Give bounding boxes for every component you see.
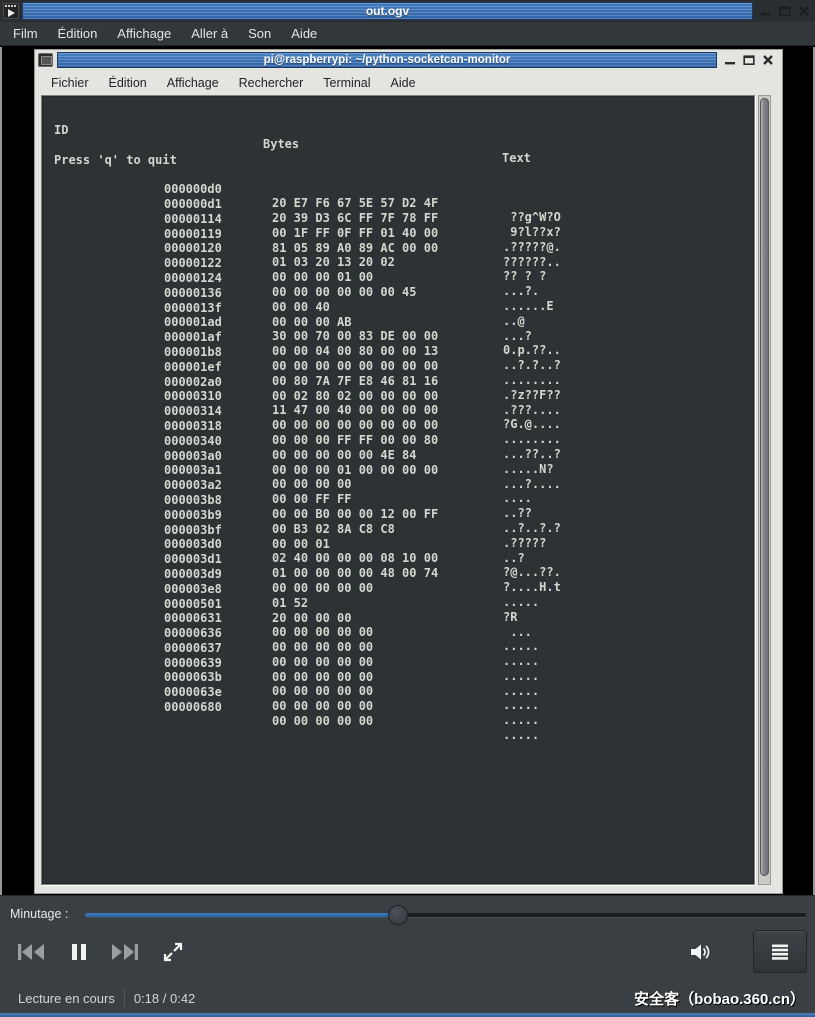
hexdump-row: 000002a0 00 02 80 02 00 00 00 00 .???...… — [54, 361, 750, 376]
video-menu-item: Affichage — [157, 73, 229, 93]
window-title: out.ogv — [366, 4, 409, 18]
hexdump-row: 000001ef 00 80 7A 7F E8 46 81 16 .?z??F?… — [54, 346, 750, 361]
hexdump-row: 000003a1 00 00 00 00 .... — [54, 449, 750, 464]
video-close-icon — [761, 54, 774, 67]
hexdump-row: 00000637 00 00 00 00 00 ..... — [54, 627, 750, 642]
hexdump-row: 00000120 01 03 20 13 20 02 ?? ? ? — [54, 227, 750, 242]
hexdump-row: 00000136 00 00 40 ..@ — [54, 272, 750, 287]
seek-fill — [85, 913, 398, 917]
hexdump-row: 00000124 00 00 00 00 00 00 45 ......E — [54, 257, 750, 272]
hexdump-row: 000003d0 02 40 00 00 00 08 10 00 ?@...??… — [54, 523, 750, 538]
hexdump-row: 000001af 00 00 04 00 80 00 00 13 ..?.?..… — [54, 316, 750, 331]
hexdump-output: ID Bytes Text Press 'q' to quit 000000d0 — [54, 109, 750, 701]
terminal-scrollbar — [758, 95, 771, 885]
pause-button[interactable] — [62, 935, 96, 969]
hexdump-header: ID Bytes Text — [54, 109, 750, 124]
menu-item[interactable]: Aller à — [181, 23, 238, 44]
hexdump-row: 00000680 00 00 00 00 00 ..... — [54, 686, 750, 701]
hexdump-row: 000003a2 00 00 FF FF ..?? — [54, 464, 750, 479]
hexdump-row: 00000636 00 00 00 00 00 ..... — [54, 612, 750, 627]
hexdump-row: 000001b8 00 00 00 00 00 00 00 00 .......… — [54, 331, 750, 346]
status-divider — [124, 989, 125, 1007]
seek-slider[interactable] — [85, 913, 806, 917]
hexdump-row: 00000318 00 00 00 FF FF 00 00 80 ...??..… — [54, 405, 750, 420]
previous-button[interactable] — [14, 935, 48, 969]
hexdump-row: 0000013f 00 00 00 AB ...? — [54, 287, 750, 302]
hexdump-row: 000001ad 30 00 70 00 83 DE 00 00 0.p.??.… — [54, 301, 750, 316]
hexdump-row: 000003bf 00 00 01 ..? — [54, 509, 750, 524]
player-titlebar: out.ogv — [0, 0, 815, 22]
hexdump-row: 000000d0 20 E7 F6 67 5E 57 D2 4F ??g^W?O — [54, 168, 750, 183]
menu-item[interactable]: Aide — [281, 23, 327, 44]
volume-button[interactable] — [683, 935, 717, 969]
player-controls: Minutage : — [0, 895, 815, 1017]
terminal-scrollbar-thumb — [760, 98, 769, 876]
hexdump-row: 000003d9 00 00 00 00 00 ..... — [54, 553, 750, 568]
hexdump-row: 0000063e 00 00 00 00 00 ..... — [54, 671, 750, 686]
video-terminal-menubar: FichierÉditionAffichageRechercherTermina… — [37, 71, 780, 95]
hexdump-row: 00000114 00 1F FF 0F FF 01 40 00 .?????@… — [54, 198, 750, 213]
hexdump-rows: 000000d0 20 E7 F6 67 5E 57 D2 4F ??g^W?O… — [54, 168, 750, 701]
menu-item[interactable]: Son — [238, 23, 281, 44]
hexdump-row: 000003b9 00 B3 02 8A C8 C8 .????? — [54, 494, 750, 509]
hexdump-row: 00000631 00 00 00 00 00 ..... — [54, 597, 750, 612]
seek-handle[interactable] — [388, 905, 408, 925]
terminal-app-icon — [38, 53, 53, 67]
seek-label: Minutage : — [10, 907, 68, 921]
quit-hint: Press 'q' to quit — [54, 139, 750, 154]
hexdump-row: 000003d1 01 00 00 00 00 48 00 74 ?....H.… — [54, 538, 750, 553]
hexdump-row: 000003a0 00 00 00 01 00 00 00 00 ...?...… — [54, 435, 750, 450]
minimize-icon[interactable] — [759, 5, 772, 18]
video-terminal-window: pi@raspberrypi: ~/python-socketcan-monit… — [35, 50, 782, 893]
fullscreen-button[interactable] — [156, 935, 190, 969]
movie-player-app-icon — [3, 3, 19, 19]
video-menu-item: Aide — [381, 73, 426, 93]
player-menubar: FilmÉditionAffichageAller àSonAide — [0, 22, 815, 46]
hexdump-row: 000003e8 01 52 ?R — [54, 568, 750, 583]
window-border-left — [0, 47, 2, 895]
video-menu-item: Rechercher — [229, 73, 314, 93]
hexdump-row: 00000310 11 47 00 40 00 00 00 00 ?G.@...… — [54, 375, 750, 390]
next-button[interactable] — [108, 935, 142, 969]
video-menu-item: Terminal — [313, 73, 380, 93]
hexdump-row: 00000119 81 05 89 A0 89 AC 00 00 ??????.… — [54, 213, 750, 228]
menu-item[interactable]: Film — [3, 23, 48, 44]
video-minimize-icon — [723, 54, 736, 67]
video-terminal-title: pi@raspberrypi: ~/python-socketcan-monit… — [264, 54, 511, 66]
window-border-bottom — [0, 1013, 815, 1017]
playlist-menu-button[interactable] — [753, 930, 807, 973]
menu-item[interactable]: Édition — [48, 23, 108, 44]
titlebar[interactable]: out.ogv — [22, 2, 753, 20]
watermark: 安全客（bobao.360.cn） — [634, 988, 805, 1009]
hexdump-row: 0000063b 00 00 00 00 00 ..... — [54, 656, 750, 671]
video-display[interactable]: pi@raspberrypi: ~/python-socketcan-monit… — [0, 47, 815, 895]
close-icon[interactable] — [797, 5, 810, 18]
video-menu-item: Fichier — [41, 73, 99, 93]
video-maximize-icon — [742, 54, 755, 67]
hexdump-row: 000000d1 20 39 D3 6C FF 7F 78 FF 9?l??x? — [54, 183, 750, 198]
hexdump-row: 00000639 00 00 00 00 00 ..... — [54, 642, 750, 657]
menu-item[interactable]: Affichage — [107, 23, 181, 44]
hexdump-row: 00000314 00 00 00 00 00 00 00 00 .......… — [54, 390, 750, 405]
hexdump-row: 000003b8 00 00 B0 00 00 12 00 FF ..?..?.… — [54, 479, 750, 494]
hamburger-icon — [770, 943, 790, 961]
hexdump-row: 00000501 20 00 00 00 ... — [54, 583, 750, 598]
maximize-icon[interactable] — [778, 5, 791, 18]
hexdump-row: 00000340 00 00 00 00 00 4E 84 .....N? — [54, 420, 750, 435]
hexdump-row: 00000122 00 00 00 01 00 ...?. — [54, 242, 750, 257]
terminal-screen: ID Bytes Text Press 'q' to quit 000000d0 — [41, 95, 755, 885]
video-menu-item: Édition — [99, 73, 157, 93]
time-display: 0:18 / 0:42 — [134, 991, 195, 1006]
player-window: out.ogv FilmÉditionAffichageAller àSonAi… — [0, 0, 815, 1017]
video-terminal-titlebar: pi@raspberrypi: ~/python-socketcan-monit… — [35, 50, 782, 70]
playback-status: Lecture en cours — [18, 991, 115, 1006]
